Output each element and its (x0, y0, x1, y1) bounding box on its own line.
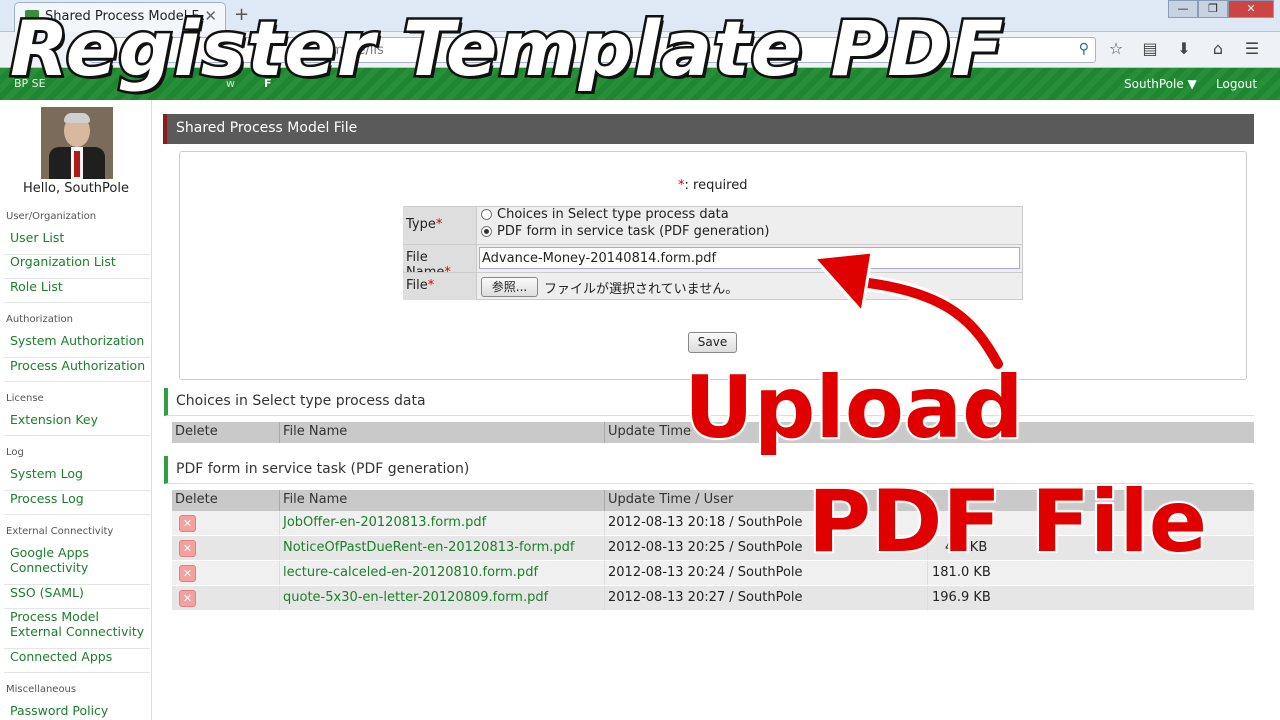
col-delete[interactable]: Delete (175, 492, 218, 507)
sidebar-item-process-authorization[interactable]: Process Authorization (4, 358, 150, 382)
bookmark-star-icon[interactable]: ☆ (1106, 39, 1126, 59)
sidebar-item-process-model-external-connectivity[interactable]: Process Model External Connectivity (4, 609, 150, 649)
update-time: 2012-08-13 20:24 / SouthPole (608, 565, 803, 580)
reading-list-icon[interactable]: ▤ (1140, 39, 1160, 59)
overlay-pdf-file-text: PDF File (806, 470, 1209, 574)
sidebar-item-role-list[interactable]: Role List (4, 279, 150, 303)
sidebar-item-process-log[interactable]: Process Log (4, 491, 150, 515)
search-icon[interactable]: ⚲ (1079, 41, 1089, 57)
save-button[interactable]: Save (688, 332, 737, 353)
window-controls: — ❐ ✕ (1168, 0, 1274, 18)
sidebar-item-system-authorization[interactable]: System Authorization (4, 333, 150, 358)
delete-icon[interactable]: ✕ (179, 565, 196, 582)
table-row: ✕ quote-5x30-en-letter-20120809.form.pdf… (172, 586, 1254, 611)
sidebar-item-user-list[interactable]: User List (4, 230, 150, 255)
required-text: : required (684, 178, 748, 193)
overlay-title: Register Template PDF (7, 2, 1005, 96)
file-link[interactable]: quote-5x30-en-letter-20120809.form.pdf (283, 590, 548, 605)
sidebar-item-system-log[interactable]: System Log (4, 466, 150, 491)
required-star: * (435, 217, 443, 232)
maximize-button[interactable]: ❐ (1198, 0, 1228, 18)
col-update-time-user[interactable]: Update Time / User (608, 492, 733, 507)
avatar (41, 107, 113, 179)
minimize-button[interactable]: — (1168, 0, 1198, 18)
sidebar-section-miscellaneous: Miscellaneous (6, 684, 77, 695)
file-link[interactable]: lecture-calceled-en-20120810.form.pdf (283, 565, 538, 580)
type-option-pdf[interactable]: PDF form in service task (PDF generation… (497, 224, 769, 239)
col-update-time[interactable]: Update Time (608, 424, 691, 439)
file-label-text: File (406, 278, 428, 293)
delete-icon[interactable]: ✕ (179, 590, 196, 607)
update-time: 2012-08-13 20:18 / SouthPole (608, 515, 803, 530)
file-link[interactable]: NoticeOfPastDueRent-en-20120813-form.pdf (283, 540, 574, 555)
sidebar-section-log: Log (6, 447, 24, 458)
sidebar-item-extension-key[interactable]: Extension Key (4, 412, 150, 436)
col-delete[interactable]: Delete (175, 424, 218, 439)
no-file-selected-text: ファイルが選択されていません。 (544, 282, 739, 297)
sidebar-section-license: License (6, 393, 44, 404)
type-radio-choices[interactable] (481, 209, 492, 220)
filename-label: File Name* (403, 245, 477, 280)
sidebar-item-password-policy[interactable]: Password Policy (4, 703, 150, 720)
sidebar-section-authorization: Authorization (6, 314, 73, 325)
sidebar: Hello, SouthPole User/Organization User … (0, 100, 152, 720)
close-window-button[interactable]: ✕ (1228, 0, 1274, 18)
menu-icon[interactable]: ☰ (1242, 39, 1262, 59)
delete-icon[interactable]: ✕ (179, 540, 196, 557)
sidebar-section-user-organization: User/Organization (6, 211, 97, 222)
file-size: 196.9 KB (932, 590, 991, 605)
delete-icon[interactable]: ✕ (179, 515, 196, 532)
type-label: Type* (403, 207, 477, 245)
sidebar-item-connected-apps[interactable]: Connected Apps (4, 649, 150, 673)
file-label: File* (403, 273, 477, 300)
update-time: 2012-08-13 20:27 / SouthPole (608, 590, 803, 605)
sidebar-section-external-connectivity: External Connectivity (6, 526, 114, 537)
browse-file-button[interactable]: 参照... (481, 277, 538, 297)
update-time: 2012-08-13 20:25 / SouthPole (608, 540, 803, 555)
required-star: * (427, 278, 435, 293)
logout-link[interactable]: Logout (1216, 77, 1257, 91)
col-file-name[interactable]: File Name (283, 424, 347, 439)
required-note: *: required (678, 178, 747, 193)
user-menu[interactable]: SouthPole ▼ (1124, 77, 1197, 91)
sidebar-item-google-apps-connectivity[interactable]: Google Apps Connectivity (4, 545, 150, 585)
sidebar-item-organization-list[interactable]: Organization List (4, 254, 150, 279)
type-radio-pdf[interactable] (481, 226, 492, 237)
page-title: Shared Process Model File (163, 114, 1254, 144)
home-icon[interactable]: ⌂ (1208, 39, 1228, 59)
sidebar-item-sso-saml[interactable]: SSO (SAML) (4, 585, 150, 609)
greeting: Hello, SouthPole (23, 181, 129, 196)
type-label-text: Type (406, 217, 436, 232)
type-option-choices[interactable]: Choices in Select type process data (497, 207, 729, 222)
browser-toolbar-icons: ☆ ▤ ⬇ ⌂ ☰ (1106, 39, 1262, 59)
col-file-name[interactable]: File Name (283, 492, 347, 507)
file-link[interactable]: JobOffer-en-20120813.form.pdf (283, 515, 486, 530)
download-icon[interactable]: ⬇ (1174, 39, 1194, 59)
overlay-upload-text: Upload (682, 356, 1026, 460)
